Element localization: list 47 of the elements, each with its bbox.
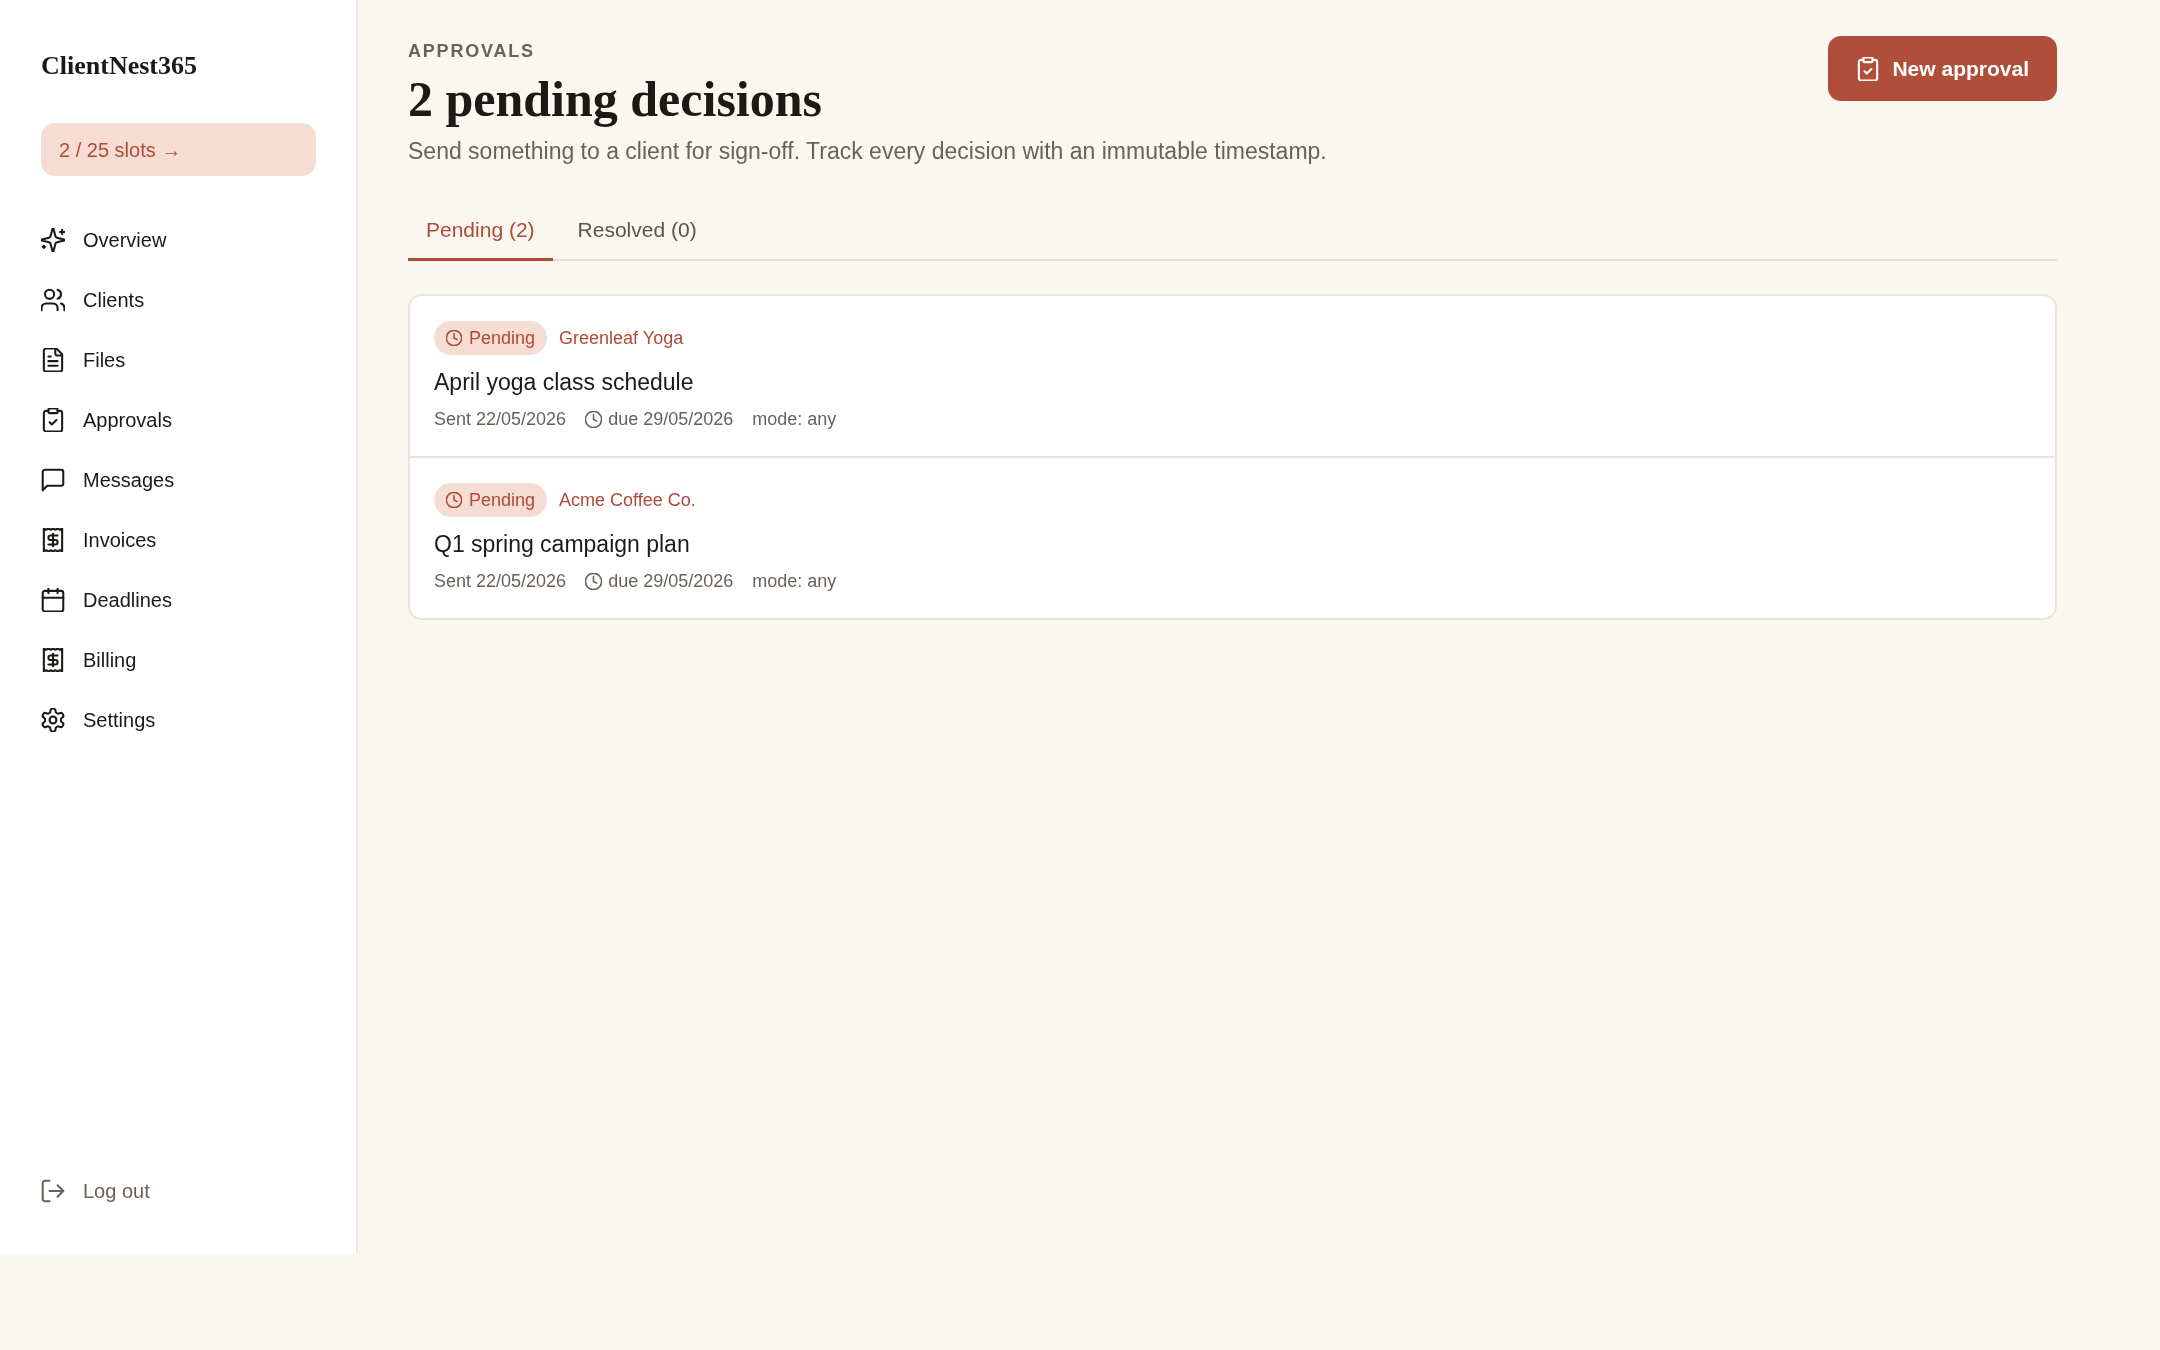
clock-icon xyxy=(585,410,603,428)
document-icon xyxy=(41,348,65,372)
sidebar-nav-item[interactable]: Billing xyxy=(41,630,315,690)
approval-row[interactable]: Pending Acme Coffee Co. Q1 spring campaign plan Sent 22/05/2026 due 29/05/2026 mode: any xyxy=(410,458,2055,618)
client-name: Acme Coffee Co. xyxy=(559,488,696,512)
brand-name: ClientNest365 xyxy=(41,50,197,82)
clock-icon xyxy=(446,492,462,508)
approval-title: Q1 spring campaign plan xyxy=(434,530,691,559)
receipt-icon xyxy=(41,648,65,672)
status-badge: Pending xyxy=(434,321,548,355)
approval-mode: mode: any xyxy=(752,570,837,593)
sparkle-icon xyxy=(41,228,65,252)
section-label: APPROVALS xyxy=(408,40,536,63)
sidebar-nav-item[interactable]: Invoices xyxy=(41,510,315,570)
settings-icon xyxy=(41,708,65,732)
clock-icon xyxy=(585,572,603,590)
approval-title: April yoga class schedule xyxy=(434,368,695,397)
sidebar-nav-item[interactable]: Messages xyxy=(41,450,315,510)
tab[interactable]: Resolved (0) xyxy=(559,202,715,261)
due-date: due 29/05/2026 xyxy=(608,408,734,431)
approval-row[interactable]: Pending Greenleaf Yoga April yoga class schedule Sent 22/05/2026 due 29/05/2026 mode: any xyxy=(410,296,2055,458)
page-title: 2 pending decisions xyxy=(408,71,823,127)
sidebar-nav-item[interactable]: Deadlines xyxy=(41,570,315,630)
sidebar-nav-item[interactable]: Clients xyxy=(41,270,315,330)
page-subtitle: Send something to a client for sign-off. Track every decision with an immutable timestamp. xyxy=(408,137,1327,166)
status-badge: Pending xyxy=(434,483,548,517)
due-date: due 29/05/2026 xyxy=(608,570,734,593)
clipboard-check-icon xyxy=(1856,56,1881,81)
sidebar-nav-item[interactable]: Settings xyxy=(41,690,315,750)
users-icon xyxy=(41,288,65,312)
sent-date: Sent 22/05/2026 xyxy=(434,570,567,593)
logout-icon xyxy=(41,1179,65,1203)
sent-date: Sent 22/05/2026 xyxy=(434,408,567,431)
sidebar-nav-item[interactable]: Files xyxy=(41,330,315,390)
clock-icon xyxy=(446,330,462,346)
sidebar-nav-item[interactable]: Overview xyxy=(41,210,315,270)
sidebar-nav-item[interactable]: Approvals xyxy=(41,390,315,450)
calendar-icon xyxy=(41,588,65,612)
client-name: Greenleaf Yoga xyxy=(559,326,684,350)
receipt-icon xyxy=(41,528,65,552)
clipboard-check-icon xyxy=(41,408,65,432)
logout-link[interactable]: Log out xyxy=(41,1161,315,1221)
chat-bubble-icon xyxy=(41,468,65,492)
slots-link[interactable]: 2 / 25 slots → xyxy=(41,123,316,176)
new-approval-button[interactable]: New approval xyxy=(1828,36,2057,101)
approval-mode: mode: any xyxy=(752,408,837,431)
tab[interactable]: Pending (2) xyxy=(408,202,553,261)
